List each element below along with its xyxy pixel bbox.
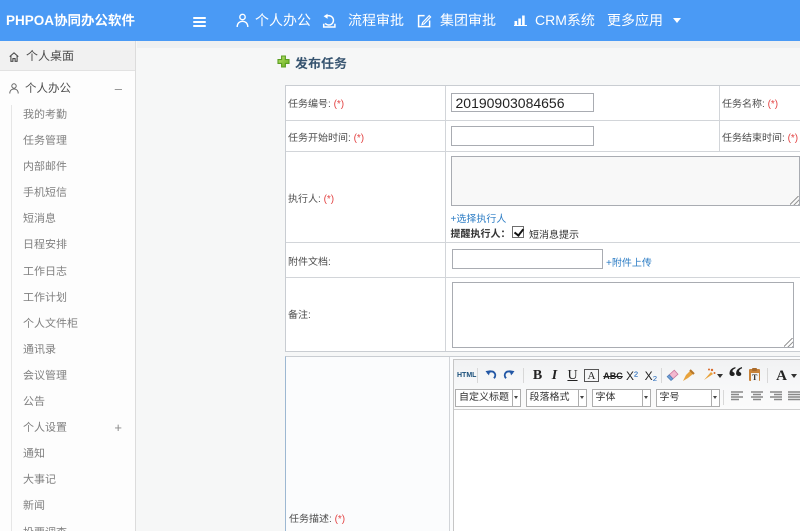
svg-text:T: T — [752, 373, 758, 382]
